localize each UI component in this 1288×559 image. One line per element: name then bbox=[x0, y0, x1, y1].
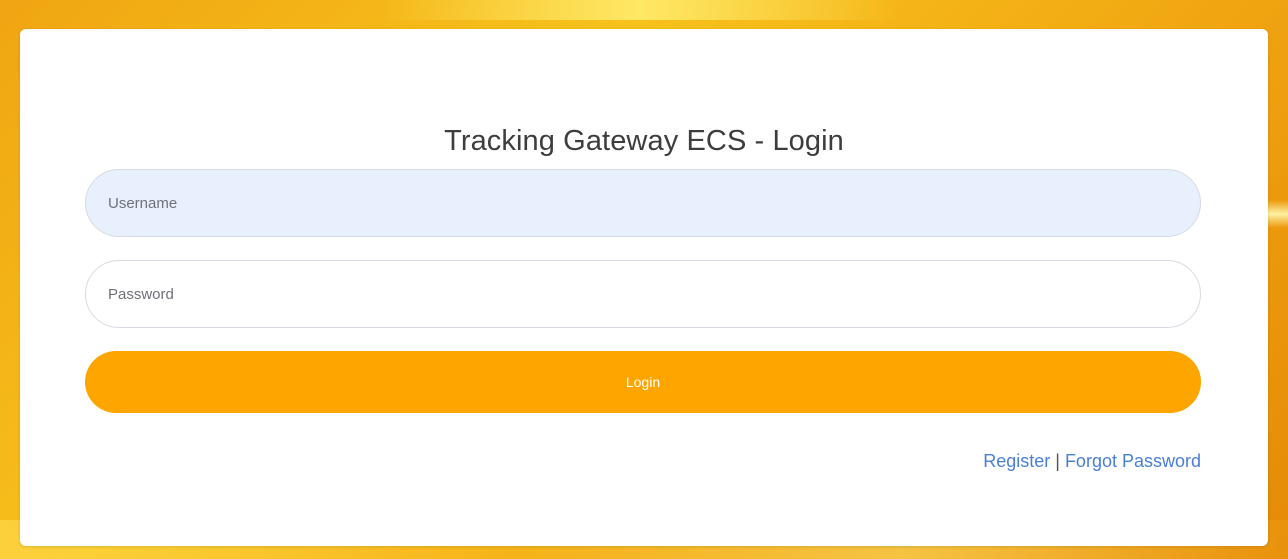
password-input[interactable] bbox=[85, 260, 1201, 328]
register-link[interactable]: Register bbox=[983, 451, 1050, 471]
login-card: Tracking Gateway ECS - Login Login Regis… bbox=[20, 29, 1268, 546]
background-light-streak bbox=[380, 0, 900, 20]
forgot-password-link[interactable]: Forgot Password bbox=[1065, 451, 1201, 471]
page-title: Tracking Gateway ECS - Login bbox=[444, 125, 844, 157]
login-button[interactable]: Login bbox=[85, 351, 1201, 413]
link-separator: | bbox=[1055, 451, 1065, 471]
username-input[interactable] bbox=[85, 169, 1201, 237]
account-links: Register | Forgot Password bbox=[983, 451, 1201, 472]
background-light-flare bbox=[1266, 200, 1288, 228]
